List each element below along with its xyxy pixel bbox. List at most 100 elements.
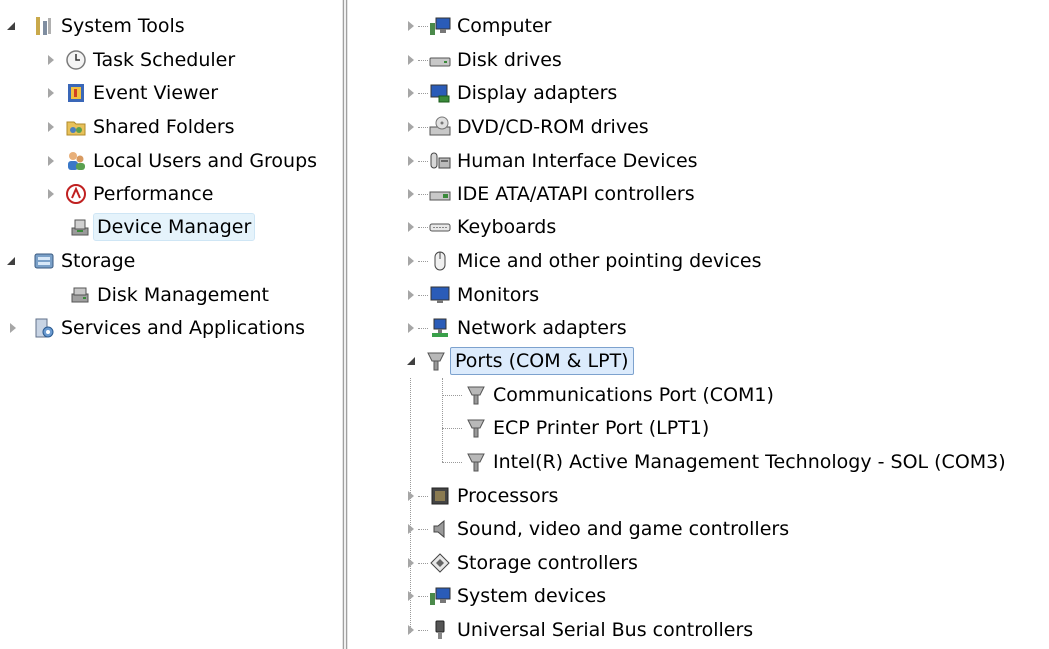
device-label: Network adapters bbox=[457, 317, 627, 339]
keyboard-icon bbox=[428, 215, 452, 239]
device-label: Display adapters bbox=[457, 82, 618, 104]
device-category-keyboards[interactable]: Keyboards bbox=[404, 212, 559, 242]
tree-label: Disk Management bbox=[97, 284, 270, 306]
expand-arrow-icon[interactable] bbox=[404, 556, 418, 570]
expand-arrow-icon[interactable] bbox=[404, 19, 418, 33]
device-category-sound[interactable]: Sound, video and game controllers bbox=[404, 514, 792, 544]
collapse-arrow-icon[interactable] bbox=[404, 354, 418, 368]
device-label: Disk drives bbox=[457, 49, 562, 71]
device-label: Keyboards bbox=[457, 216, 557, 238]
expand-arrow-icon[interactable] bbox=[404, 220, 418, 234]
expand-arrow-icon[interactable] bbox=[404, 489, 418, 503]
expand-arrow-icon[interactable] bbox=[404, 288, 418, 302]
display-adapter-icon bbox=[428, 81, 452, 105]
clock-icon bbox=[64, 48, 88, 72]
tree-connector bbox=[442, 428, 462, 429]
expand-arrow-icon[interactable] bbox=[44, 187, 58, 201]
device-port-com1[interactable]: Communications Port (COM1) bbox=[464, 380, 777, 410]
device-label: Ports (COM & LPT) bbox=[450, 347, 634, 375]
device-category-ports[interactable]: Ports (COM & LPT) bbox=[404, 346, 634, 376]
tree-connector bbox=[442, 378, 443, 462]
device-label: System devices bbox=[457, 585, 607, 607]
tree-item-local-users[interactable]: Local Users and Groups bbox=[44, 146, 320, 176]
tree-item-shared-folders[interactable]: Shared Folders bbox=[44, 112, 238, 142]
tree-item-system-tools[interactable]: System Tools bbox=[4, 11, 188, 41]
expand-arrow-icon[interactable] bbox=[404, 120, 418, 134]
tree-item-services[interactable]: Services and Applications bbox=[6, 313, 308, 343]
collapse-arrow-icon[interactable] bbox=[4, 19, 18, 33]
tree-label: Services and Applications bbox=[61, 317, 306, 339]
expand-arrow-icon[interactable] bbox=[404, 589, 418, 603]
device-label: Sound, video and game controllers bbox=[457, 518, 790, 540]
tree-item-performance[interactable]: Performance bbox=[44, 179, 216, 209]
port-icon bbox=[424, 349, 448, 373]
storage-controller-icon bbox=[428, 551, 452, 575]
expand-arrow-icon[interactable] bbox=[404, 321, 418, 335]
computer-icon bbox=[428, 14, 452, 38]
device-label: Mice and other pointing devices bbox=[457, 250, 762, 272]
device-label: Monitors bbox=[457, 284, 540, 306]
device-label: Computer bbox=[457, 15, 552, 37]
event-viewer-icon bbox=[64, 81, 88, 105]
device-label: Universal Serial Bus controllers bbox=[457, 619, 754, 641]
monitor-icon bbox=[428, 283, 452, 307]
device-category-display-adapters[interactable]: Display adapters bbox=[404, 78, 620, 108]
expand-arrow-icon[interactable] bbox=[44, 86, 58, 100]
expand-arrow-icon[interactable] bbox=[404, 154, 418, 168]
device-category-monitors[interactable]: Monitors bbox=[404, 280, 542, 310]
device-label: Storage controllers bbox=[457, 552, 638, 574]
device-category-network[interactable]: Network adapters bbox=[404, 313, 630, 343]
device-category-ide[interactable]: IDE ATA/ATAPI controllers bbox=[404, 179, 698, 209]
device-label: Human Interface Devices bbox=[457, 150, 698, 172]
disk-drive-icon bbox=[428, 48, 452, 72]
device-label: ECP Printer Port (LPT1) bbox=[493, 417, 710, 439]
expand-arrow-icon[interactable] bbox=[404, 522, 418, 536]
hid-icon bbox=[428, 149, 452, 173]
storage-icon bbox=[32, 249, 56, 273]
device-category-system-devices[interactable]: System devices bbox=[404, 581, 609, 611]
users-icon bbox=[64, 149, 88, 173]
expand-arrow-icon[interactable] bbox=[44, 53, 58, 67]
performance-icon bbox=[64, 182, 88, 206]
device-category-dvd[interactable]: DVD/CD-ROM drives bbox=[404, 112, 652, 142]
tree-item-device-manager[interactable]: Device Manager bbox=[64, 212, 256, 242]
device-category-disk-drives[interactable]: Disk drives bbox=[404, 45, 565, 75]
services-icon bbox=[32, 316, 56, 340]
device-category-processors[interactable]: Processors bbox=[404, 481, 561, 511]
device-label: Processors bbox=[457, 485, 559, 507]
usb-icon bbox=[428, 618, 452, 642]
system-device-icon bbox=[428, 584, 452, 608]
expand-arrow-icon[interactable] bbox=[404, 53, 418, 67]
tree-item-storage[interactable]: Storage bbox=[4, 246, 138, 276]
tree-item-event-viewer[interactable]: Event Viewer bbox=[44, 78, 221, 108]
tree-item-disk-management[interactable]: Disk Management bbox=[64, 280, 272, 310]
device-port-lpt1[interactable]: ECP Printer Port (LPT1) bbox=[464, 413, 712, 443]
expand-arrow-icon[interactable] bbox=[404, 623, 418, 637]
tree-label: Shared Folders bbox=[93, 116, 235, 138]
port-icon bbox=[464, 450, 488, 474]
tree-item-task-scheduler[interactable]: Task Scheduler bbox=[44, 45, 238, 75]
device-category-hid[interactable]: Human Interface Devices bbox=[404, 146, 701, 176]
expand-arrow-icon[interactable] bbox=[404, 187, 418, 201]
collapse-arrow-icon[interactable] bbox=[4, 254, 18, 268]
tree-label: Task Scheduler bbox=[93, 49, 236, 71]
device-category-storage-controllers[interactable]: Storage controllers bbox=[404, 548, 641, 578]
network-adapter-icon bbox=[428, 316, 452, 340]
device-category-mice[interactable]: Mice and other pointing devices bbox=[404, 246, 764, 276]
tree-label: Local Users and Groups bbox=[93, 150, 318, 172]
device-category-usb[interactable]: Universal Serial Bus controllers bbox=[404, 615, 756, 645]
device-category-computer[interactable]: Computer bbox=[404, 11, 554, 41]
device-tree: Computer Disk drives Display adapters DV… bbox=[348, 0, 1049, 649]
expand-arrow-icon[interactable] bbox=[44, 120, 58, 134]
device-label: Communications Port (COM1) bbox=[493, 384, 774, 406]
device-port-com3[interactable]: Intel(R) Active Management Technology - … bbox=[464, 447, 1009, 477]
device-label: DVD/CD-ROM drives bbox=[457, 116, 649, 138]
expand-arrow-icon[interactable] bbox=[6, 321, 20, 335]
tree-label: Device Manager bbox=[92, 213, 256, 241]
shared-folder-icon bbox=[64, 115, 88, 139]
device-label: IDE ATA/ATAPI controllers bbox=[457, 183, 695, 205]
expand-arrow-icon[interactable] bbox=[404, 254, 418, 268]
tree-connector bbox=[442, 462, 462, 463]
expand-arrow-icon[interactable] bbox=[404, 86, 418, 100]
expand-arrow-icon[interactable] bbox=[44, 154, 58, 168]
